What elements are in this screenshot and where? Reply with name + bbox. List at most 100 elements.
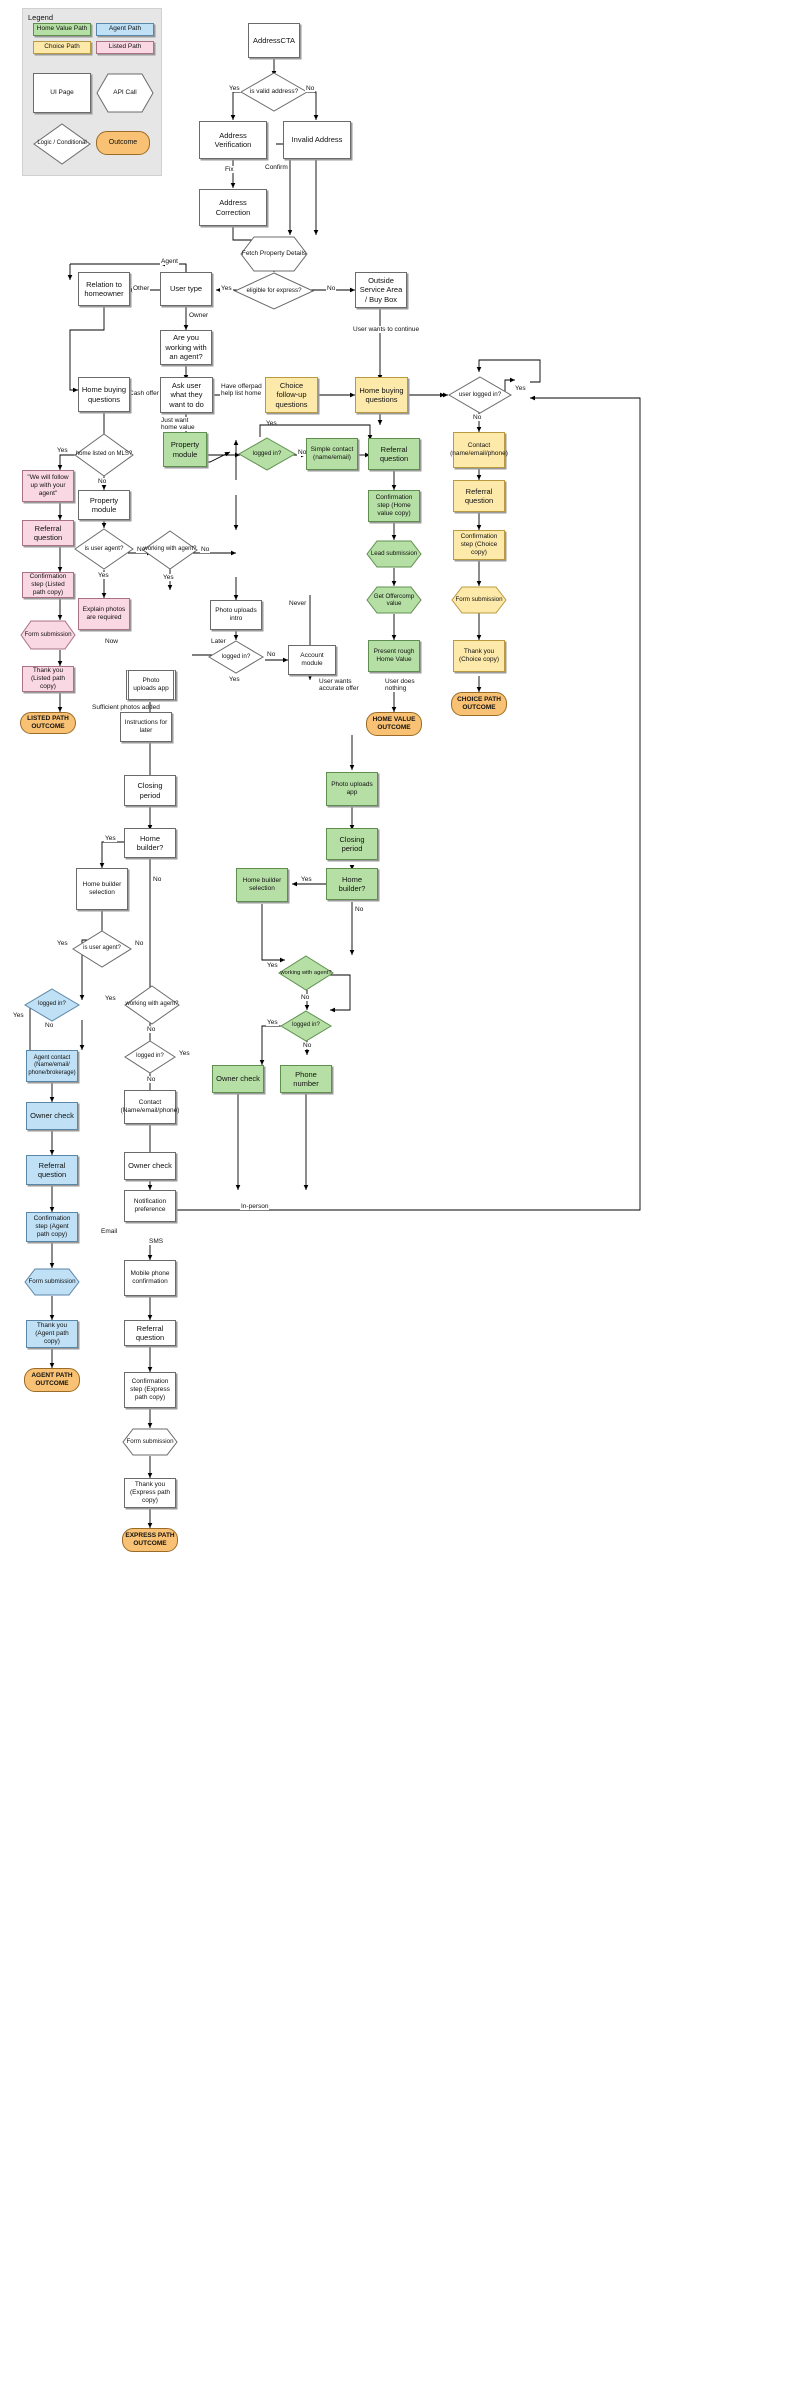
node-logged-in-3[interactable]: logged in?	[124, 1040, 176, 1074]
node-logged-in-blue-label: logged in?	[38, 1001, 66, 1008]
legend-swatch-home-value: Home Value Path	[33, 23, 91, 36]
node-is-user-agent-2-label: is user agent?	[83, 945, 121, 952]
node-user-logged-in-right[interactable]: user logged in?	[448, 376, 512, 414]
node-thank-you-express[interactable]: Thank you (Express path copy)	[124, 1478, 176, 1508]
node-fetch-property-details[interactable]: Fetch Property Details	[240, 236, 308, 272]
node-confirmation-agent[interactable]: Confirmation step (Agent path copy)	[26, 1212, 78, 1242]
node-owner-check-blue[interactable]: Owner check	[26, 1102, 78, 1130]
node-referral-question-blue[interactable]: Referral question	[26, 1155, 78, 1185]
node-thank-you-agent[interactable]: Thank you (Agent path copy)	[26, 1320, 78, 1348]
legend-shape-logic: Logic / Conditional	[33, 123, 91, 165]
node-thank-you-choice[interactable]: Thank you (Choice copy)	[453, 640, 505, 672]
node-form-submission-listed[interactable]: Form submission	[20, 620, 76, 650]
edge-label-isuseragent2-yes: Yes	[56, 940, 69, 947]
node-agent-contact[interactable]: Agent contact (Name/email/ phone/brokera…	[26, 1050, 78, 1082]
node-confirmation-choice[interactable]: Confirmation step (Choice copy)	[453, 530, 505, 560]
node-referral-question-choice[interactable]: Referral question	[453, 480, 505, 512]
node-phone-number[interactable]: Phone number	[280, 1065, 332, 1093]
node-home-buying-questions-right[interactable]: Home buying questions	[355, 377, 408, 413]
node-invalid-address[interactable]: Invalid Address	[283, 121, 351, 159]
node-is-user-agent-2[interactable]: is user agent?	[72, 930, 132, 968]
node-account-module[interactable]: Account module	[288, 645, 336, 675]
node-photo-uploads-app-1[interactable]: Photo uploads app	[126, 670, 176, 700]
node-thank-you-listed[interactable]: Thank you (Listed path copy)	[22, 666, 74, 692]
node-contact-name-email-phone-y[interactable]: Contact (name/email/phone)	[450, 432, 508, 468]
node-address-cta[interactable]: AddressCTA	[248, 23, 300, 58]
node-logged-in-1[interactable]: logged in?	[237, 437, 297, 471]
node-property-module-2[interactable]: Property module	[78, 490, 130, 520]
node-choice-followup-questions[interactable]: Choice follow-up questions	[265, 377, 318, 413]
node-logged-in-blue[interactable]: logged in?	[24, 988, 80, 1022]
node-home-builder-selection-1[interactable]: Home builder selection	[76, 868, 128, 910]
node-form-submission-agent[interactable]: Form submission	[24, 1268, 80, 1296]
node-is-valid-address[interactable]: is valid address?	[239, 72, 309, 112]
edge-label-sufficient-photos: Sufficient photos added	[92, 704, 160, 711]
node-address-correction[interactable]: Address Correction	[199, 189, 267, 226]
node-lead-submission-label: Lead submission	[370, 550, 418, 558]
node-logged-in-green-2-label: logged in?	[292, 1022, 320, 1029]
node-working-with-agent-3[interactable]: working with agent?	[278, 955, 334, 991]
node-logged-in-2[interactable]: logged in?	[208, 640, 264, 674]
edge-label-fix: Fix	[224, 166, 235, 173]
node-lead-submission[interactable]: Lead submission	[366, 540, 422, 568]
node-instructions-for-later[interactable]: Instructions for later	[120, 712, 172, 742]
node-simple-contact[interactable]: Simple contact (name/email)	[306, 438, 358, 470]
node-photo-uploads-app-2[interactable]: Photo uploads app	[326, 772, 378, 806]
edge-label-wwa1-yes: Yes	[162, 574, 175, 581]
legend-shape-api-call-label: API Call	[113, 89, 137, 97]
node-explain-photos[interactable]: Explain photos are required	[78, 598, 130, 630]
node-confirmation-home-value[interactable]: Confirmation step (Home value copy)	[368, 490, 420, 522]
node-express-path-outcome[interactable]: EXPRESS PATH OUTCOME	[122, 1528, 178, 1552]
node-is-user-agent-1[interactable]: is user agent?	[74, 528, 134, 570]
edge-label-valid-no: No	[305, 85, 316, 92]
node-contact-name-email-phone-b[interactable]: Contact (Name/email/phone)	[121, 1090, 179, 1124]
node-home-builder-q-1[interactable]: Home builder?	[124, 828, 176, 858]
edge-label-hb2-no: No	[354, 906, 365, 913]
node-address-verification[interactable]: Address Verification	[199, 121, 267, 159]
node-listed-path-outcome[interactable]: LISTED PATH OUTCOME	[20, 712, 76, 734]
node-choice-path-outcome[interactable]: CHOICE PATH OUTCOME	[451, 692, 507, 716]
edge-label-lig2-yes: Yes	[266, 1019, 279, 1026]
node-agent-path-outcome[interactable]: AGENT PATH OUTCOME	[24, 1368, 80, 1392]
node-referral-question-express[interactable]: Referral question	[124, 1320, 176, 1346]
node-working-with-agent-2[interactable]: working with agent?	[124, 985, 180, 1025]
node-form-submission-express[interactable]: Form submission	[122, 1428, 178, 1456]
legend-swatch-choice: Choice Path	[33, 41, 91, 54]
node-property-module-1[interactable]: Property module	[163, 432, 207, 467]
node-we-will-follow-up[interactable]: "We will follow up with your agent"	[22, 470, 74, 502]
node-referral-question-pink[interactable]: Referral question	[22, 520, 74, 546]
node-photo-uploads-intro[interactable]: Photo uploads intro	[210, 600, 262, 630]
node-closing-period-2[interactable]: Closing period	[326, 828, 378, 860]
node-relation-to-homeowner[interactable]: Relation to homeowner	[78, 272, 130, 306]
edge-label-user-wants-accurate: User wants accurate offer	[318, 678, 362, 692]
node-closing-period-1[interactable]: Closing period	[124, 775, 176, 806]
edge-label-confirm: Confirm	[264, 164, 289, 171]
edge-label-wwa2-yes: Yes	[104, 995, 117, 1002]
node-home-buying-questions-left[interactable]: Home buying questions	[78, 377, 130, 412]
edge-label-have-offerpad: Have offerpad help list home	[220, 383, 270, 397]
node-notification-preference[interactable]: Notification preference	[124, 1190, 176, 1222]
node-are-you-working-with-agent[interactable]: Are you working with an agent?	[160, 330, 212, 365]
node-user-type[interactable]: User type	[160, 272, 212, 306]
node-home-builder-selection-2[interactable]: Home builder selection	[236, 868, 288, 902]
node-confirmation-express[interactable]: Confirmation step (Express path copy)	[124, 1372, 176, 1408]
node-ask-user-what[interactable]: Ask user what they want to do	[160, 377, 213, 413]
edge-label-cash-offer: Cash offer	[128, 390, 160, 397]
node-working-with-agent-1[interactable]: working with agent?	[142, 530, 198, 570]
node-owner-check-white[interactable]: Owner check	[124, 1152, 176, 1180]
node-outside-service-area[interactable]: Outside Service Area / Buy Box	[355, 272, 407, 308]
node-referral-question-green[interactable]: Referral question	[368, 438, 420, 470]
node-eligible-for-express[interactable]: eligible for express?	[233, 272, 315, 310]
node-form-submission-choice[interactable]: Form submission	[451, 586, 507, 614]
node-home-listed-on-mls[interactable]: home listed on MLS?	[74, 433, 134, 477]
node-form-submission-listed-label: Form submission	[24, 631, 72, 639]
node-home-builder-q-2[interactable]: Home builder?	[326, 868, 378, 900]
node-home-value-outcome[interactable]: HOME VALUE OUTCOME	[366, 712, 422, 736]
node-mobile-phone-confirmation[interactable]: Mobile phone confirmation	[124, 1260, 176, 1296]
node-owner-check-green[interactable]: Owner check	[212, 1065, 264, 1093]
node-get-offercomp-value[interactable]: Get Offercomp value	[366, 586, 422, 614]
node-logged-in-green-2[interactable]: logged in?	[280, 1010, 332, 1042]
node-confirmation-listed[interactable]: Confirmation step (Listed path copy)	[22, 572, 74, 598]
node-present-rough-home-value[interactable]: Present rough Home Value	[368, 640, 420, 672]
edge-label-hb1-yes: Yes	[104, 835, 117, 842]
